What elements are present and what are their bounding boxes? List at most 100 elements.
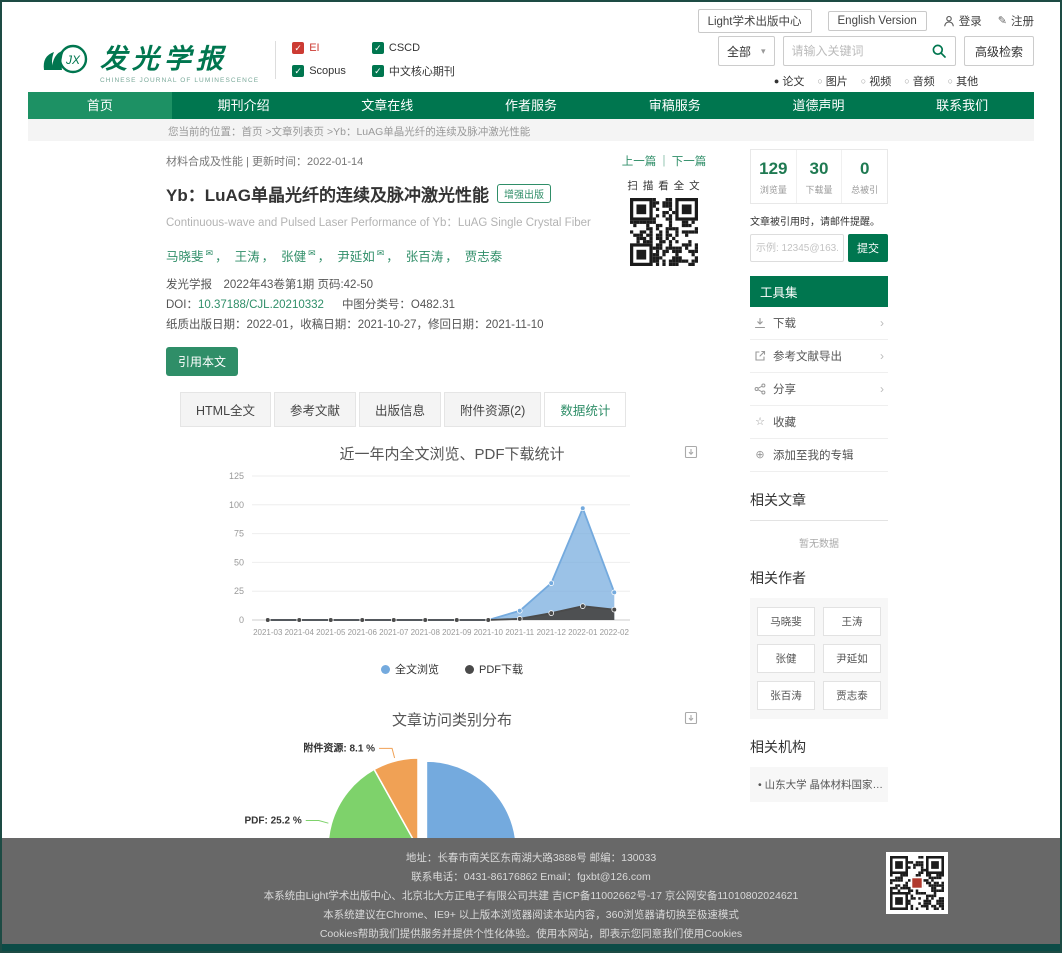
legend-item[interactable]: 全文浏览 — [381, 661, 439, 677]
svg-text:2021-03: 2021-03 — [253, 628, 283, 637]
index-badge-scopus: ✓Scopus — [292, 63, 346, 79]
toolset-title: 工具集 — [750, 276, 888, 307]
radio-on-icon: ● — [774, 76, 779, 86]
search-input[interactable] — [792, 44, 931, 58]
main-nav: 首页 期刊介绍 文章在线 作者服务 审稿服务 道德声明 联系我们 — [28, 92, 1034, 119]
breadcrumb-prefix: 您当前的位置： — [168, 126, 242, 138]
chart-title: 近一年内全文浏览、PDF下载统计 — [166, 443, 738, 464]
svg-text:2021-11: 2021-11 — [505, 628, 534, 637]
tab-html-fulltext[interactable]: HTML全文 — [180, 392, 271, 427]
search-icon[interactable] — [931, 43, 947, 59]
search-scope-select[interactable]: 全部▾ — [718, 36, 775, 66]
article-updated: 更新时间：2022-01-14 — [252, 156, 363, 168]
doi-link[interactable]: 10.37188/CJL.20210332 — [198, 299, 324, 311]
radio-off-icon: ○ — [948, 76, 953, 86]
article-title-en: Continuous-wave and Pulsed Laser Perform… — [166, 214, 620, 230]
sidebar: 129 浏览量 30 下载量 0 总被引 文章被引用时，请邮件提醒。 提交 — [750, 149, 888, 838]
light-center-link[interactable]: Light学术出版中心 — [698, 9, 812, 33]
journal-logo-icon: JX — [40, 40, 92, 80]
login-label: 登录 — [959, 13, 982, 29]
citation-alert-notice: 文章被引用时，请邮件提醒。 — [750, 213, 888, 228]
author-link[interactable]: 王涛 — [235, 250, 260, 264]
related-author-chip[interactable]: 张健 — [757, 644, 815, 673]
svg-text:0: 0 — [239, 615, 244, 625]
search-type-other[interactable]: ○其他 — [948, 73, 978, 89]
index-badge-core: ✓中文核心期刊 — [372, 63, 455, 79]
index-badge-cscd: ✓CSCD — [372, 42, 455, 54]
author-link[interactable]: 张百涛 — [406, 250, 444, 264]
tool-share[interactable]: 分享 › — [750, 373, 888, 406]
email-field[interactable] — [750, 234, 844, 262]
tool-reference-export[interactable]: 参考文献导出 › — [750, 340, 888, 373]
journal-logo[interactable]: JX 发光学报 CHINESE JOURNAL OF LUMINESCENCE — [40, 37, 259, 84]
english-version-link[interactable]: English Version — [828, 11, 927, 31]
journal-title-en: CHINESE JOURNAL OF LUMINESCENCE — [100, 77, 259, 84]
tab-attachments[interactable]: 附件资源(2) — [444, 392, 541, 427]
next-article-link[interactable]: 下一篇 — [672, 156, 707, 168]
badge-label: Scopus — [309, 65, 346, 77]
search-type-audio[interactable]: ○音频 — [904, 73, 934, 89]
tool-add-to-album[interactable]: ⊕ 添加至我的专辑 — [750, 439, 888, 472]
save-image-icon[interactable] — [684, 445, 698, 459]
related-author-chip[interactable]: 马晓斐 — [757, 607, 815, 636]
article-category[interactable]: 材料合成及性能 — [166, 156, 243, 168]
tab-publication-info[interactable]: 出版信息 — [359, 392, 441, 427]
legend-item[interactable]: PDF下载 — [465, 661, 523, 677]
tool-download[interactable]: 下载 › — [750, 307, 888, 340]
search-type-image[interactable]: ○图片 — [817, 73, 847, 89]
article-header: 材料合成及性能 | 更新时间：2022-01-14 Yb：LuAG单晶光纤的连续… — [166, 153, 738, 376]
person-icon — [943, 15, 955, 27]
stat-downloads: 30 下载量 — [796, 150, 842, 203]
nav-item-contact-us[interactable]: 联系我们 — [890, 92, 1034, 119]
checkbox-icon: ✓ — [292, 42, 304, 54]
search-box — [783, 36, 956, 66]
enhanced-publication-badge[interactable]: 增强出版 — [497, 184, 551, 203]
email-icon[interactable]: ✉ — [377, 248, 385, 258]
related-org-item[interactable]: • 山东大学 晶体材料国家… — [750, 767, 888, 802]
svg-text:2021-04: 2021-04 — [285, 628, 315, 637]
nav-item-articles-online[interactable]: 文章在线 — [315, 92, 459, 119]
related-author-chip[interactable]: 贾志泰 — [823, 681, 881, 710]
author-link[interactable]: 贾志泰 — [465, 250, 503, 264]
nav-item-journal-intro[interactable]: 期刊介绍 — [172, 92, 316, 119]
register-link[interactable]: ✎ 注册 — [998, 13, 1034, 29]
breadcrumb-trail[interactable]: 首页 >文章列表页 >Yb：LuAG单晶光纤的连续及脉冲激光性能 — [242, 126, 531, 138]
tab-statistics[interactable]: 数据统计 — [544, 392, 626, 427]
search-type-paper[interactable]: ●论文 — [774, 73, 804, 89]
search-type-radios: ●论文 ○图片 ○视频 ○音频 ○其他 — [718, 73, 1034, 89]
save-image-icon[interactable] — [684, 711, 698, 725]
site-header: JX 发光学报 CHINESE JOURNAL OF LUMINESCENCE … — [2, 32, 1060, 92]
tab-references[interactable]: 参考文献 — [274, 392, 356, 427]
svg-text:2021-09: 2021-09 — [442, 628, 472, 637]
stat-label: 浏览量 — [751, 183, 796, 196]
related-author-chip[interactable]: 尹延如 — [823, 644, 881, 673]
tool-favorite[interactable]: ☆ 收藏 — [750, 406, 888, 439]
search-type-video[interactable]: ○视频 — [861, 73, 891, 89]
email-icon[interactable]: ✉ — [206, 248, 214, 258]
article-title: Yb：LuAG单晶光纤的连续及脉冲激光性能 — [166, 181, 489, 206]
svg-text:25: 25 — [234, 586, 244, 596]
login-link[interactable]: 登录 — [943, 13, 982, 29]
author-link[interactable]: 马晓斐✉ — [166, 250, 213, 264]
svg-text:75: 75 — [234, 529, 244, 539]
cite-button[interactable]: 引用本文 — [166, 347, 238, 376]
author-link[interactable]: 尹延如✉ — [337, 250, 384, 264]
nav-item-author-services[interactable]: 作者服务 — [459, 92, 603, 119]
nav-item-home[interactable]: 首页 — [28, 92, 172, 119]
checkbox-icon: ✓ — [372, 42, 384, 54]
related-author-chip[interactable]: 张百涛 — [757, 681, 815, 710]
svg-text:100: 100 — [229, 500, 244, 510]
download-icon — [754, 317, 766, 329]
related-author-chip[interactable]: 王涛 — [823, 607, 881, 636]
related-articles-title: 相关文章 — [750, 490, 888, 521]
svg-text:2021-10: 2021-10 — [474, 628, 504, 637]
prev-article-link[interactable]: 上一篇 — [622, 156, 657, 168]
views-downloads-chart-block: 近一年内全文浏览、PDF下载统计 02550751001252021-03202… — [166, 443, 738, 677]
nav-item-ethics-statement[interactable]: 道德声明 — [747, 92, 891, 119]
nav-item-reviewer-services[interactable]: 审稿服务 — [603, 92, 747, 119]
advanced-search-button[interactable]: 高级检索 — [964, 36, 1034, 66]
submit-button[interactable]: 提交 — [848, 234, 888, 262]
email-icon[interactable]: ✉ — [308, 248, 316, 258]
author-link[interactable]: 张健✉ — [281, 250, 316, 264]
checkbox-icon: ✓ — [372, 65, 384, 77]
